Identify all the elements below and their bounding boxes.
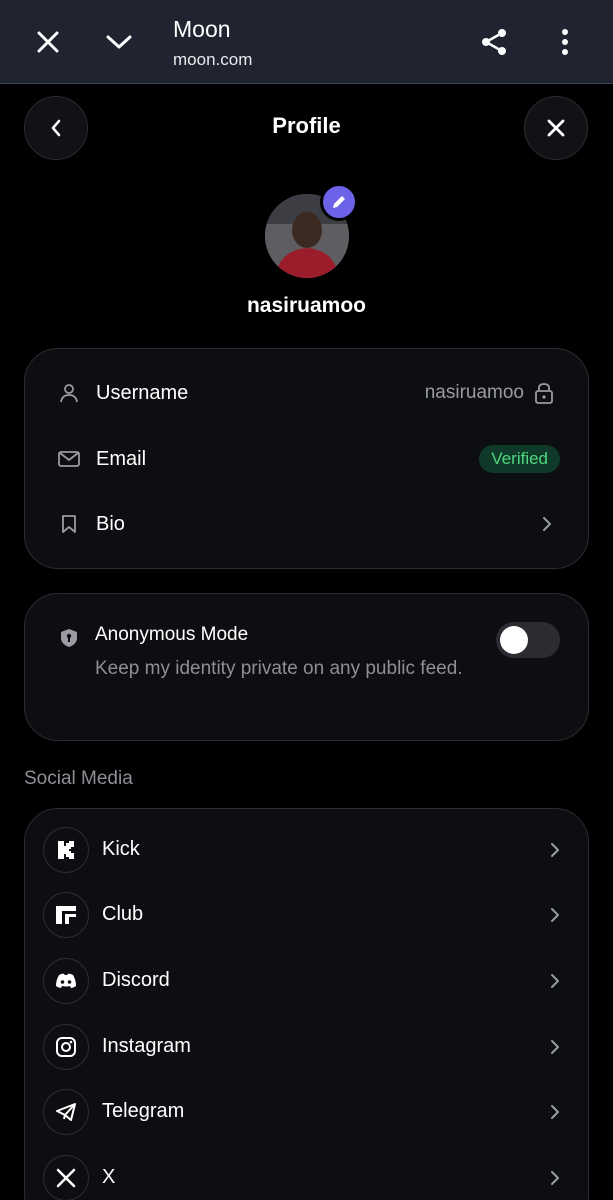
anonymous-mode-card: Anonymous Mode Keep my identity private …: [24, 593, 589, 741]
x-icon: [43, 1154, 89, 1200]
chevron-right-icon: [551, 842, 559, 857]
social-item-instagram[interactable]: Instagram: [25, 1023, 588, 1070]
social-label-kick: Kick: [102, 838, 140, 860]
browser-toolbar: Moon moon.com: [0, 0, 613, 84]
verified-badge: Verified: [479, 445, 560, 473]
anonymous-mode-toggle[interactable]: [496, 622, 560, 658]
anonymous-mode-title: Anonymous Mode: [95, 624, 249, 645]
chevron-right-icon: [551, 907, 559, 922]
social-item-telegram[interactable]: Telegram: [25, 1088, 588, 1135]
username-text: nasiruamoo: [424, 382, 524, 403]
chevron-down-icon: [106, 35, 132, 49]
social-item-x[interactable]: X: [25, 1154, 588, 1200]
kick-icon: [43, 826, 89, 873]
bookmark-icon: [58, 513, 80, 535]
anonymous-mode-description: Keep my identity private on any public f…: [95, 658, 463, 679]
club-icon: [43, 891, 89, 938]
telegram-icon: [43, 1088, 89, 1135]
social-label-discord: Discord: [102, 969, 170, 991]
bio-row[interactable]: Bio: [25, 502, 588, 546]
social-media-heading: Social Media: [24, 768, 133, 789]
account-card: Username nasiruamoo Email Verified Bio: [24, 348, 589, 569]
share-icon: [482, 29, 506, 55]
chevron-right-icon: [551, 1039, 559, 1054]
display-name: nasiruamoo: [246, 294, 367, 317]
discord-icon: [43, 957, 89, 1004]
share-button[interactable]: [468, 16, 520, 68]
close-icon: [37, 31, 59, 53]
chevron-right-icon: [543, 517, 551, 531]
social-label-x: X: [102, 1166, 116, 1188]
minimize-button[interactable]: [93, 16, 145, 68]
social-media-card: Kick Club Discord Instagram Telegram X: [24, 808, 589, 1200]
close-icon: [547, 119, 565, 137]
browser-title: Moon: [173, 16, 231, 42]
username-value: nasiruamoo: [425, 382, 554, 404]
email-row[interactable]: Email Verified: [25, 437, 588, 481]
email-label: Email: [96, 447, 147, 470]
username-label: Username: [96, 381, 189, 404]
more-vertical-icon: [562, 29, 568, 55]
mail-icon: [58, 448, 80, 470]
shield-icon: [58, 627, 80, 649]
social-item-discord[interactable]: Discord: [25, 957, 588, 1004]
bio-label: Bio: [96, 512, 125, 535]
lock-icon: [535, 383, 553, 404]
chevron-right-icon: [551, 1104, 559, 1119]
toggle-knob: [500, 626, 528, 654]
close-button[interactable]: [524, 96, 588, 160]
browser-url: moon.com: [173, 50, 253, 69]
instagram-icon: [43, 1023, 89, 1070]
page-title: Profile: [272, 113, 341, 138]
social-label-club: Club: [102, 903, 144, 925]
social-item-kick[interactable]: Kick: [25, 826, 588, 873]
social-label-instagram: Instagram: [102, 1035, 191, 1057]
more-menu-button[interactable]: [539, 16, 591, 68]
close-tab-button[interactable]: [22, 16, 74, 68]
username-row: Username nasiruamoo: [25, 371, 588, 415]
chevron-right-icon: [551, 1170, 559, 1185]
edit-avatar-button[interactable]: [320, 183, 358, 221]
user-icon: [58, 382, 80, 404]
social-label-telegram: Telegram: [102, 1100, 185, 1122]
pencil-icon: [333, 196, 345, 208]
social-item-club[interactable]: Club: [25, 891, 588, 938]
chevron-right-icon: [551, 973, 559, 988]
